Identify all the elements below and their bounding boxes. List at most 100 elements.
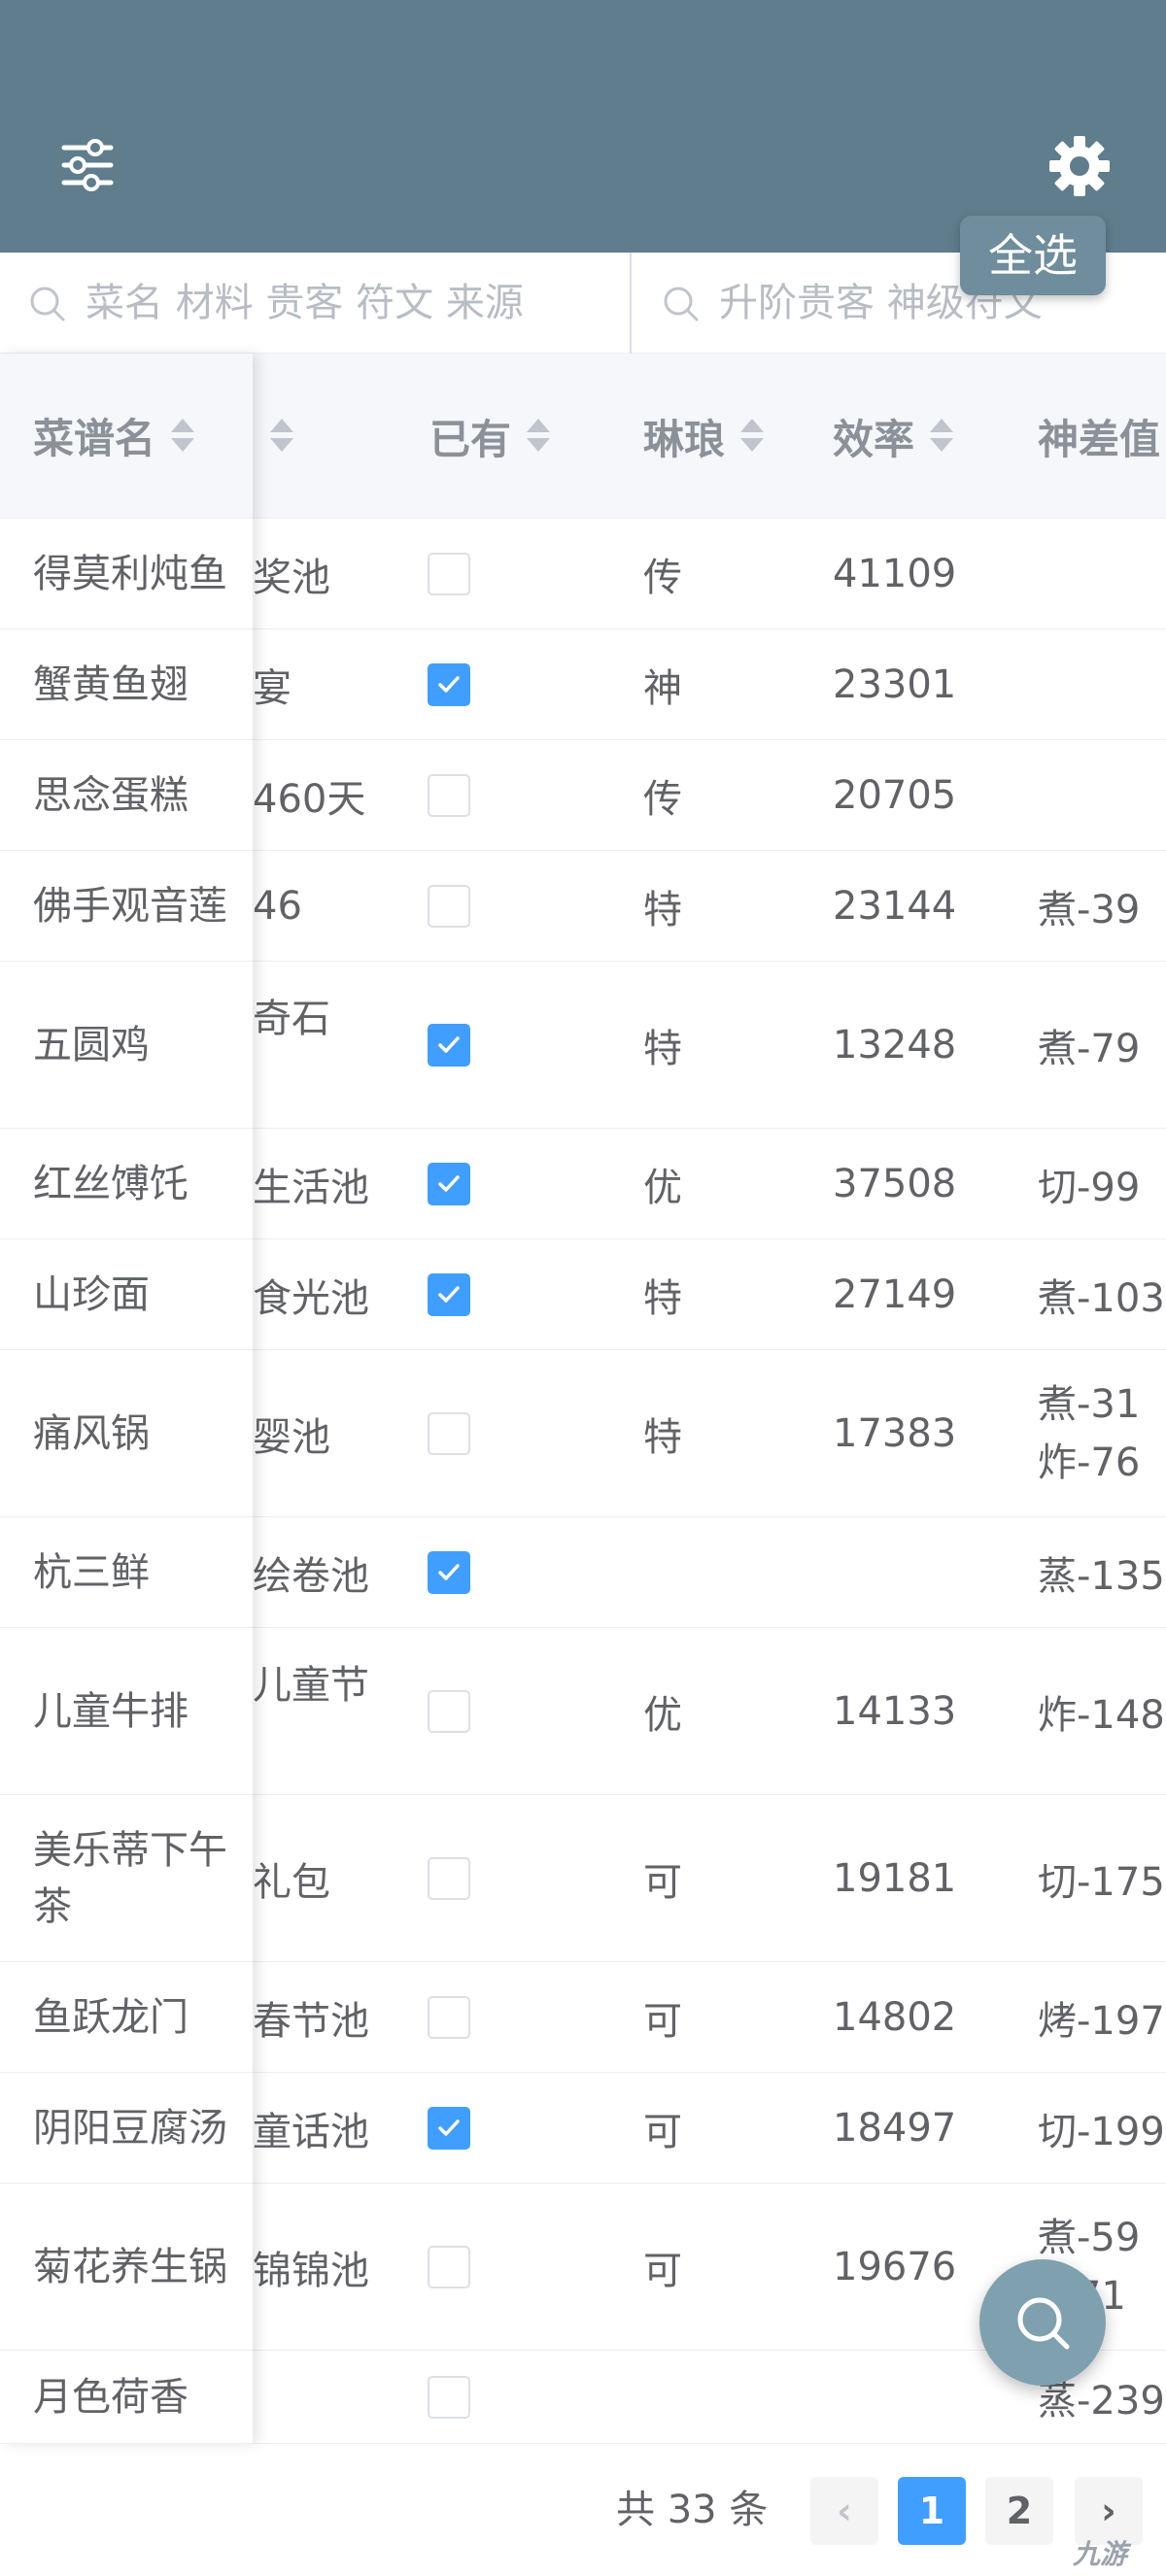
god-diff-cell: 切-175: [1038, 1859, 1165, 1905]
owned-cell: [428, 1517, 486, 1627]
source-cell: [253, 2351, 398, 2443]
page-1-button[interactable]: 1: [898, 2477, 966, 2545]
owned-checkbox[interactable]: [428, 1995, 470, 2039]
recipe-search-box: [0, 253, 632, 354]
owned-checkbox[interactable]: [428, 2106, 470, 2150]
owned-checkbox[interactable]: [428, 2375, 470, 2419]
rarity-cell: 可: [643, 1998, 682, 2044]
sort-icon[interactable]: [171, 417, 195, 456]
check-icon: [438, 1174, 460, 1192]
source-cell: 童话池: [253, 2109, 369, 2154]
recipe-name-column: 菜谱名 得莫利炖鱼 蟹黄鱼翅 思念蛋糕 佛手观音莲 五圆鸡 红丝馎饦 山珍面 痛…: [0, 354, 253, 2444]
sort-icon[interactable]: [740, 417, 765, 456]
recipe-name-cell[interactable]: 五圆鸡: [0, 962, 253, 1129]
recipe-name-cell[interactable]: 痛风锅: [0, 1350, 253, 1517]
owned-checkbox[interactable]: [428, 1856, 470, 1900]
efficiency-cell: 41109: [833, 551, 957, 596]
efficiency-cell: 23144: [833, 883, 957, 929]
owned-cell: [428, 1129, 486, 1238]
owned-checkbox[interactable]: [428, 1411, 470, 1455]
owned-checkbox[interactable]: [428, 1689, 470, 1733]
owned-checkbox[interactable]: [428, 552, 470, 595]
source-cell: 生活池: [253, 1165, 369, 1210]
sort-icon[interactable]: [527, 417, 551, 456]
recipe-name-cell[interactable]: 得莫利炖鱼: [0, 519, 253, 629]
god-diff-cell: 切-199: [1038, 2109, 1165, 2154]
recipe-name-cell[interactable]: 菊花养生锅: [0, 2184, 253, 2351]
recipe-name-cell[interactable]: 思念蛋糕: [0, 740, 253, 851]
owned-cell: [428, 1239, 486, 1349]
floating-search-button[interactable]: [979, 2259, 1106, 2386]
owned-cell: [428, 962, 486, 1128]
recipe-name-cell[interactable]: 红丝馎饦: [0, 1129, 253, 1239]
god-diff-cell: 切-99: [1038, 1165, 1141, 1210]
owned-checkbox[interactable]: [428, 1162, 470, 1205]
search-icon: [1017, 2297, 1070, 2350]
recipe-name-cell[interactable]: 蟹黄鱼翅: [0, 629, 253, 740]
owned-checkbox[interactable]: [428, 1550, 470, 1594]
owned-cell: [428, 2073, 486, 2183]
search-icon: [664, 287, 699, 322]
owned-cell: [428, 2351, 486, 2443]
god-diff-column-header[interactable]: 神差值: [1038, 354, 1160, 519]
total-count: 共 33 条: [616, 2488, 769, 2532]
source-cell: 奖池: [253, 555, 330, 600]
efficiency-cell: 13248: [833, 1022, 957, 1068]
recipe-name-cell[interactable]: 佛手观音莲: [0, 851, 253, 962]
owned-cell: [428, 740, 486, 850]
owned-cell: [428, 519, 486, 628]
rarity-column-header[interactable]: 琳琅: [643, 354, 765, 519]
recipe-search-input[interactable]: [86, 281, 630, 325]
source-cell: 460天: [253, 776, 366, 822]
god-diff-cell: [1038, 740, 1166, 850]
owned-checkbox[interactable]: [428, 2245, 470, 2288]
watermark-logo: 九游: [1073, 2538, 1128, 2570]
efficiency-cell: [833, 1517, 1008, 1627]
sort-icon[interactable]: [930, 417, 954, 456]
owned-cell: [428, 851, 486, 961]
rarity-cell: [643, 1517, 721, 1627]
god-diff-cell: 煮-103: [1038, 1275, 1165, 1321]
recipe-name-cell[interactable]: 鱼跃龙门: [0, 1962, 253, 2073]
owned-cell: [428, 629, 486, 739]
owned-checkbox[interactable]: [428, 1023, 470, 1067]
recipe-name-cell[interactable]: 美乐蒂下午茶: [0, 1795, 253, 1962]
god-diff-cell: [1038, 519, 1166, 628]
settings-gear-icon[interactable]: [1047, 134, 1112, 198]
efficiency-cell: 14802: [833, 1994, 957, 2040]
god-diff-cell: 蒸-135: [1038, 1553, 1165, 1599]
recipe-name-cell[interactable]: 儿童牛排: [0, 1628, 253, 1795]
god-diff-cell: 煮-79: [1038, 1026, 1141, 1071]
recipe-name-cell[interactable]: 阴阳豆腐汤: [0, 2073, 253, 2184]
check-icon: [438, 675, 460, 693]
efficiency-cell: 23301: [833, 661, 957, 707]
efficiency-cell: 20705: [833, 772, 957, 818]
select-all-button[interactable]: 全选: [960, 216, 1106, 295]
name-column-header[interactable]: 菜谱名: [0, 354, 253, 519]
owned-checkbox[interactable]: [428, 662, 470, 706]
god-diff-cell: 烤-197: [1038, 1998, 1165, 2044]
god-diff-cell: [1038, 629, 1166, 739]
recipe-name-cell[interactable]: 月色荷香: [0, 2351, 253, 2444]
rarity-cell: [643, 2351, 721, 2443]
source-cell: 春节池: [253, 1998, 369, 2044]
source-cell: 奇石: [253, 997, 330, 1041]
owned-checkbox[interactable]: [428, 1272, 470, 1316]
page-2-button[interactable]: 2: [985, 2477, 1053, 2545]
check-icon: [438, 1563, 460, 1580]
recipe-name-cell[interactable]: 山珍面: [0, 1239, 253, 1350]
efficiency-column-header[interactable]: 效率: [833, 354, 954, 519]
efficiency-cell: 27149: [833, 1271, 957, 1317]
rarity-cell: 可: [643, 2248, 682, 2293]
source-column-header[interactable]: [255, 354, 293, 519]
recipe-name-cell[interactable]: 杭三鲜: [0, 1517, 253, 1628]
sort-icon[interactable]: [270, 417, 293, 456]
owned-cell: [428, 1350, 486, 1516]
prev-page-button[interactable]: ‹: [810, 2477, 878, 2545]
filter-sliders-icon[interactable]: [60, 138, 115, 192]
owned-checkbox[interactable]: [428, 884, 470, 928]
efficiency-cell: 14133: [833, 1688, 957, 1734]
check-icon: [438, 2118, 460, 2136]
owned-checkbox[interactable]: [428, 773, 470, 817]
owned-column-header[interactable]: 已有: [429, 354, 551, 519]
